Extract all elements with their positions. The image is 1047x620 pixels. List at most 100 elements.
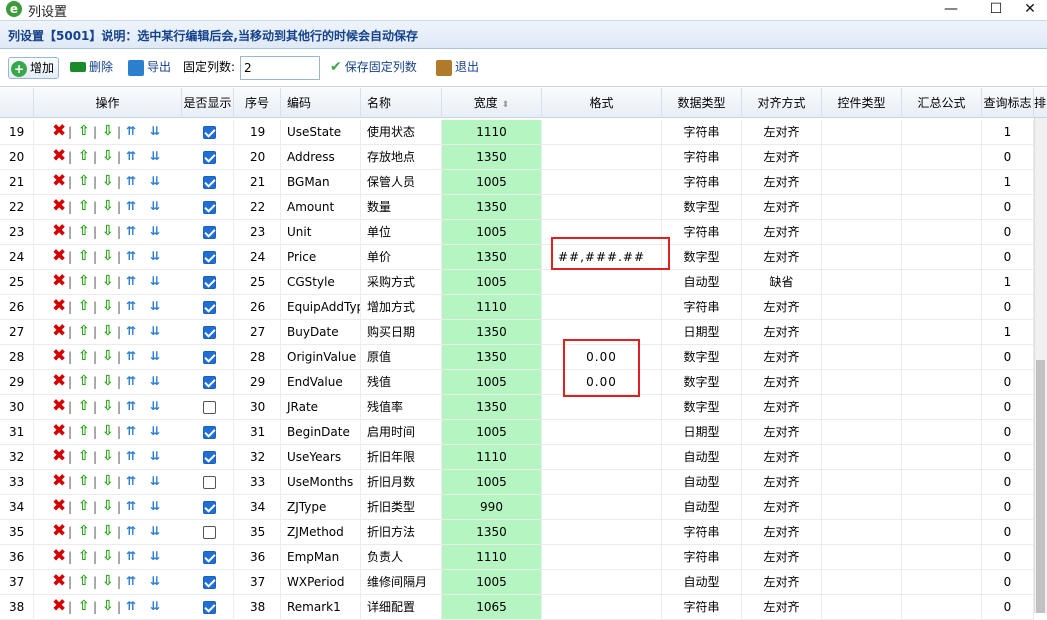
move-top-icon[interactable]: ⇈: [126, 447, 136, 467]
seq-cell[interactable]: 30: [234, 395, 281, 419]
table-row[interactable]: 27 ✖ | ⇧ | ⇩ | ⇈ ⇊ 27 BuyDate 购买日期 1350 日期型 左对齐 1: [0, 320, 1034, 345]
code-cell[interactable]: ZJType: [281, 495, 361, 519]
width-cell[interactable]: 1005: [442, 270, 542, 294]
format-cell[interactable]: [542, 295, 662, 319]
fixed-columns-input[interactable]: 2: [240, 56, 320, 80]
query-cell[interactable]: 0: [982, 395, 1034, 419]
move-up-icon[interactable]: ⇧: [78, 322, 90, 342]
query-cell[interactable]: 0: [982, 145, 1034, 169]
move-down-icon[interactable]: ⇩: [102, 572, 114, 592]
move-down-icon[interactable]: ⇩: [102, 522, 114, 542]
format-cell[interactable]: [542, 545, 662, 569]
move-bottom-icon[interactable]: ⇊: [150, 447, 160, 467]
delete-row-icon[interactable]: ✖: [52, 497, 66, 517]
width-cell[interactable]: 1005: [442, 470, 542, 494]
move-down-icon[interactable]: ⇩: [102, 422, 114, 442]
delete-row-icon[interactable]: ✖: [52, 272, 66, 292]
code-cell[interactable]: Unit: [281, 220, 361, 244]
ctrl-cell[interactable]: [822, 595, 902, 619]
delete-row-icon[interactable]: ✖: [52, 472, 66, 492]
code-cell[interactable]: WXPeriod: [281, 570, 361, 594]
move-down-icon[interactable]: ⇩: [102, 197, 114, 217]
ctrl-cell[interactable]: [822, 145, 902, 169]
seq-cell[interactable]: 21: [234, 170, 281, 194]
dtype-cell[interactable]: 自动型: [662, 570, 742, 594]
name-cell[interactable]: 购买日期: [361, 320, 442, 344]
query-cell[interactable]: 0: [982, 195, 1034, 219]
code-cell[interactable]: Remark1: [281, 595, 361, 619]
name-cell[interactable]: 采购方式: [361, 270, 442, 294]
query-cell[interactable]: 0: [982, 570, 1034, 594]
move-bottom-icon[interactable]: ⇊: [150, 572, 160, 592]
move-up-icon[interactable]: ⇧: [78, 272, 90, 292]
seq-cell[interactable]: 25: [234, 270, 281, 294]
move-bottom-icon[interactable]: ⇊: [150, 497, 160, 517]
ctrl-cell[interactable]: [822, 220, 902, 244]
query-cell[interactable]: 1: [982, 120, 1034, 144]
move-up-icon[interactable]: ⇧: [78, 372, 90, 392]
save-fixed-button[interactable]: ✔ 保存固定列数: [330, 57, 417, 79]
seq-cell[interactable]: 35: [234, 520, 281, 544]
move-top-icon[interactable]: ⇈: [126, 597, 136, 617]
align-cell[interactable]: 左对齐: [742, 570, 822, 594]
format-cell[interactable]: [542, 470, 662, 494]
name-cell[interactable]: 负责人: [361, 545, 442, 569]
delete-row-icon[interactable]: ✖: [52, 447, 66, 467]
move-down-icon[interactable]: ⇩: [102, 347, 114, 367]
move-top-icon[interactable]: ⇈: [126, 497, 136, 517]
width-cell[interactable]: 1110: [442, 545, 542, 569]
width-cell[interactable]: 1065: [442, 595, 542, 619]
table-row[interactable]: 33 ✖ | ⇧ | ⇩ | ⇈ ⇊ 33 UseMonths 折旧月数 1005 自动型 左对齐 0: [0, 470, 1034, 495]
move-up-icon[interactable]: ⇧: [78, 497, 90, 517]
sum-cell[interactable]: [902, 195, 982, 219]
sum-cell[interactable]: [902, 120, 982, 144]
name-cell[interactable]: 单价: [361, 245, 442, 269]
ctrl-cell[interactable]: [822, 120, 902, 144]
dtype-cell[interactable]: 数字型: [662, 395, 742, 419]
dtype-cell[interactable]: 自动型: [662, 470, 742, 494]
align-cell[interactable]: 左对齐: [742, 320, 822, 344]
move-up-icon[interactable]: ⇧: [78, 422, 90, 442]
sum-cell[interactable]: [902, 545, 982, 569]
format-cell[interactable]: [542, 170, 662, 194]
move-top-icon[interactable]: ⇈: [126, 247, 136, 267]
table-row[interactable]: 23 ✖ | ⇧ | ⇩ | ⇈ ⇊ 23 Unit 单位 1005 字符串 左对齐 0: [0, 220, 1034, 245]
format-cell[interactable]: [542, 195, 662, 219]
sum-cell[interactable]: [902, 245, 982, 269]
dtype-cell[interactable]: 数字型: [662, 195, 742, 219]
move-bottom-icon[interactable]: ⇊: [150, 372, 160, 392]
move-bottom-icon[interactable]: ⇊: [150, 322, 160, 342]
table-row[interactable]: 28 ✖ | ⇧ | ⇩ | ⇈ ⇊ 28 OriginValue 原值 1350 0.00 数字型 左对齐 0: [0, 345, 1034, 370]
align-cell[interactable]: 左对齐: [742, 295, 822, 319]
move-bottom-icon[interactable]: ⇊: [150, 597, 160, 617]
sum-cell[interactable]: [902, 520, 982, 544]
code-cell[interactable]: Address: [281, 145, 361, 169]
move-up-icon[interactable]: ⇧: [78, 172, 90, 192]
code-cell[interactable]: OriginValue: [281, 345, 361, 369]
delete-row-icon[interactable]: ✖: [52, 222, 66, 242]
sum-cell[interactable]: [902, 445, 982, 469]
maximize-button[interactable]: ☐: [979, 0, 1013, 20]
table-row[interactable]: 35 ✖ | ⇧ | ⇩ | ⇈ ⇊ 35 ZJMethod 折旧方法 1350 字符串 左对齐 0: [0, 520, 1034, 545]
code-cell[interactable]: Price: [281, 245, 361, 269]
query-cell[interactable]: 0: [982, 245, 1034, 269]
format-cell[interactable]: [542, 395, 662, 419]
align-cell[interactable]: 左对齐: [742, 145, 822, 169]
move-up-icon[interactable]: ⇧: [78, 572, 90, 592]
table-row[interactable]: 31 ✖ | ⇧ | ⇩ | ⇈ ⇊ 31 BeginDate 启用时间 1005 日期型 左对齐 0: [0, 420, 1034, 445]
name-cell[interactable]: 数量: [361, 195, 442, 219]
dtype-cell[interactable]: 字符串: [662, 545, 742, 569]
name-cell[interactable]: 折旧年限: [361, 445, 442, 469]
header-query[interactable]: 查询标志: [982, 88, 1034, 118]
align-cell[interactable]: 左对齐: [742, 170, 822, 194]
sum-cell[interactable]: [902, 595, 982, 619]
move-up-icon[interactable]: ⇧: [78, 222, 90, 242]
sum-cell[interactable]: [902, 420, 982, 444]
header-seq[interactable]: 序号: [234, 88, 281, 118]
seq-cell[interactable]: 37: [234, 570, 281, 594]
name-cell[interactable]: 残值率: [361, 395, 442, 419]
move-top-icon[interactable]: ⇈: [126, 197, 136, 217]
header-dtype[interactable]: 数据类型: [662, 88, 742, 118]
move-down-icon[interactable]: ⇩: [102, 172, 114, 192]
code-cell[interactable]: UseState: [281, 120, 361, 144]
